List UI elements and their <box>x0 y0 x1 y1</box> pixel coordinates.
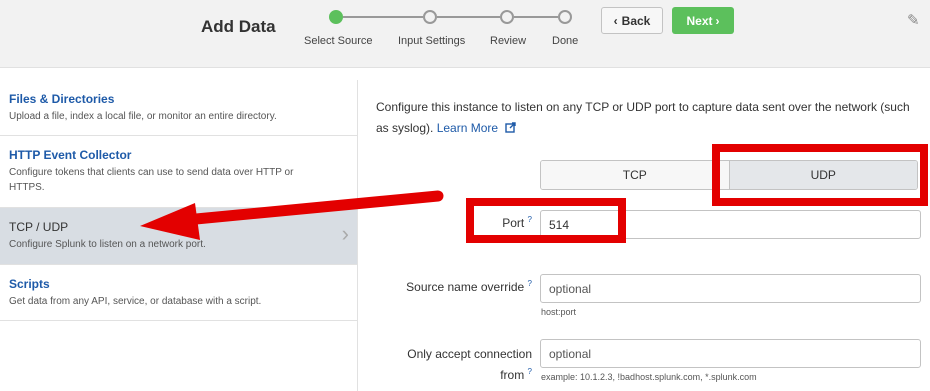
annotation-arrow <box>140 190 444 240</box>
